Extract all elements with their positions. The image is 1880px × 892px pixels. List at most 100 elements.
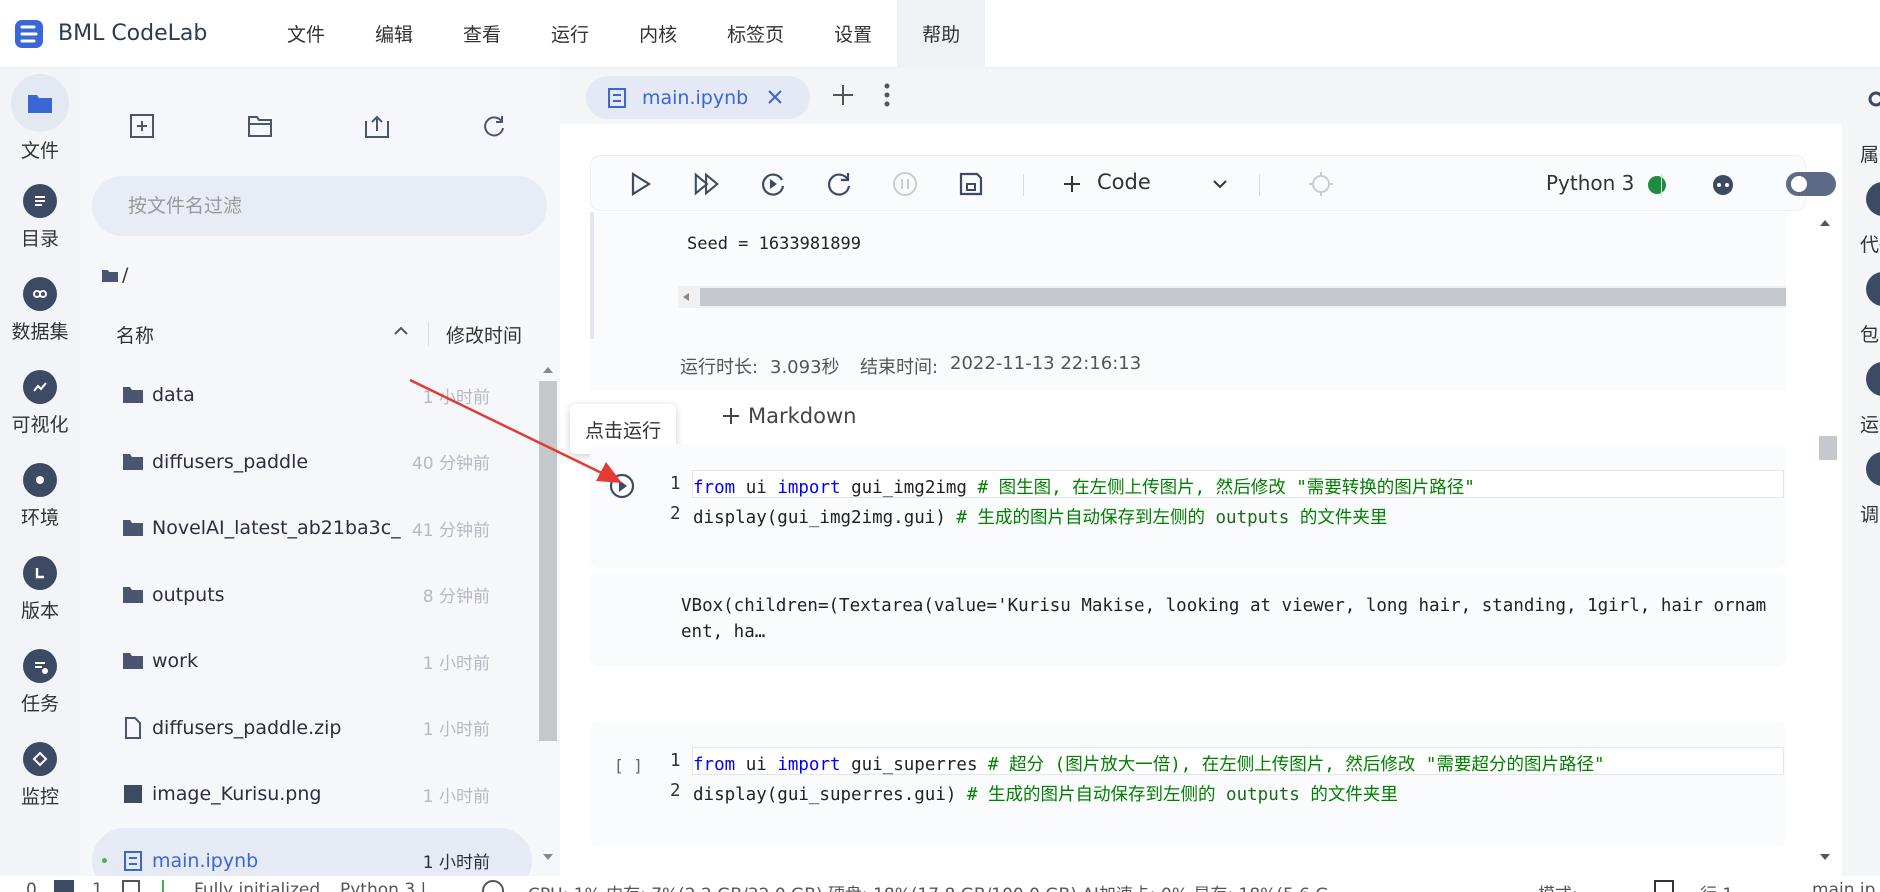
cell2-line2[interactable]: display(gui_superres.gui) # 生成的图片自动保存到左侧… — [693, 781, 1398, 806]
file-row[interactable]: work 1 小时前 — [92, 628, 532, 695]
column-modified[interactable]: 修改时间 — [446, 321, 522, 348]
breadcrumb-path: / — [122, 264, 129, 286]
interrupt-button[interactable] — [891, 170, 919, 198]
play-icon — [631, 172, 652, 196]
debug-target-button[interactable] — [1307, 170, 1335, 198]
activity-toc[interactable]: 目录 — [0, 184, 80, 251]
tab-main-ipynb[interactable]: main.ipynb — [586, 76, 810, 119]
menu-edit[interactable]: 编辑 — [350, 0, 438, 68]
file-list: data 1 小时前 diffusers_paddle 40 分钟前 Novel… — [92, 362, 532, 892]
activity-visualize[interactable]: 可视化 — [0, 370, 80, 437]
menu-help[interactable]: 帮助 — [897, 0, 986, 68]
chevron-up-icon[interactable] — [392, 322, 410, 340]
run-cell-button[interactable] — [627, 170, 655, 198]
kernel-status-indicator — [1648, 176, 1666, 194]
chart-icon — [23, 370, 57, 404]
right-panel-run[interactable]: 运行 — [1860, 410, 1880, 437]
file-browser: / 名称 修改时间 data 1 小时前 diffusers_paddle 40… — [80, 68, 560, 892]
right-panel-properties[interactable]: 属 — [1860, 140, 1879, 167]
activity-tasks[interactable]: 任务 — [0, 649, 80, 716]
file-row[interactable]: NovelAI_latest_ab21ba3c_ 41 分钟前 — [92, 495, 532, 562]
file-row[interactable]: diffusers_paddle 40 分钟前 — [92, 429, 532, 496]
file-list-header: 名称 修改时间 — [80, 308, 540, 360]
new-folder-button[interactable] — [242, 108, 278, 144]
menu-tabs[interactable]: 标签页 — [702, 0, 809, 68]
toolbar-separator — [1661, 174, 1662, 196]
main-menu: 文件 编辑 查看 运行 内核 标签页 设置 帮助 — [262, 0, 986, 68]
scroll-left-icon[interactable] — [682, 292, 690, 302]
activity-files[interactable]: 文件 — [0, 74, 80, 163]
upload-icon — [365, 115, 389, 138]
save-button[interactable] — [957, 170, 985, 198]
restart-kernel-button[interactable] — [825, 170, 853, 198]
new-file-button[interactable] — [124, 108, 160, 144]
scroll-up-icon[interactable] — [1818, 218, 1832, 228]
activity-environment[interactable]: 环境 — [0, 463, 80, 530]
right-panel-packages[interactable]: 包管 — [1860, 320, 1880, 347]
activity-bar: 文件 目录 数据集 可视化 环境 版本 任务 监控 — [0, 68, 80, 876]
notebook-icon — [608, 88, 626, 108]
menu-run[interactable]: 运行 — [526, 0, 614, 68]
plus-icon — [1064, 176, 1080, 192]
restart-run-icon — [762, 173, 785, 196]
run-icon[interactable] — [1866, 362, 1880, 396]
status-bar: 0 1 Fully initialized Python 3 | CPU: 1%… — [0, 876, 1880, 892]
cell-type-select[interactable]: Code — [1061, 156, 1241, 212]
file-row[interactable]: data 1 小时前 — [92, 362, 532, 429]
gear-icon[interactable] — [1866, 88, 1880, 110]
file-row[interactable]: image_Kurisu.png 1 小时前 — [92, 761, 532, 828]
menu-view[interactable]: 查看 — [438, 0, 526, 68]
cell1-line2[interactable]: display(gui_img2img.gui) # 生成的图片自动保存到左侧的… — [693, 504, 1387, 529]
horizontal-scroll-thumb[interactable] — [700, 288, 1786, 306]
package-icon[interactable] — [1866, 272, 1880, 306]
folder-icon — [123, 653, 143, 670]
file-list-scrollbar[interactable] — [539, 381, 557, 741]
cell2-line1[interactable]: from ui import gui_superres # 超分 (图片放大一倍… — [693, 751, 1604, 776]
activity-datasets[interactable]: 数据集 — [0, 277, 80, 344]
task-icon — [23, 649, 57, 683]
run-all-button[interactable] — [693, 170, 721, 198]
gear-icon — [122, 880, 140, 892]
activity-version[interactable]: 版本 — [0, 556, 80, 623]
menu-kernel[interactable]: 内核 — [614, 0, 702, 68]
more-vertical-icon[interactable] — [882, 80, 892, 110]
file-row[interactable]: outputs 8 分钟前 — [92, 562, 532, 629]
menu-settings[interactable]: 设置 — [809, 0, 897, 68]
file-toolbar — [80, 108, 560, 158]
file-icon — [125, 716, 141, 739]
run-cell-icon[interactable] — [608, 472, 636, 500]
notebook-scroll-thumb[interactable] — [1819, 436, 1837, 460]
debug-icon[interactable] — [1866, 452, 1880, 486]
crosshair-icon — [1309, 172, 1333, 196]
right-panel-debug[interactable]: 调 — [1860, 500, 1879, 527]
code-snippet-icon[interactable] — [1866, 182, 1880, 216]
kernel-name[interactable]: Python 3 — [1546, 171, 1634, 195]
shield-icon — [1654, 880, 1674, 892]
cell1-line1[interactable]: from ui import gui_img2img # 图生图, 在左侧上传图… — [693, 474, 1475, 499]
menu-file[interactable]: 文件 — [262, 0, 350, 68]
environment-icon — [23, 463, 57, 497]
file-row[interactable]: diffusers_paddle.zip 1 小时前 — [92, 695, 532, 762]
file-filter-input[interactable] — [92, 176, 547, 236]
brand: BML CodeLab — [0, 17, 262, 51]
scroll-up-icon[interactable] — [541, 365, 555, 375]
close-icon[interactable] — [764, 86, 786, 108]
output-horizontal-scrollbar[interactable] — [678, 286, 1786, 308]
bml-logo-icon — [15, 19, 43, 48]
mode-toggle[interactable] — [1786, 172, 1836, 196]
restart-run-button[interactable] — [759, 170, 787, 198]
scroll-down-icon[interactable] — [1818, 852, 1832, 862]
activity-monitor[interactable]: 监控 — [0, 742, 80, 809]
add-tab-icon[interactable] — [828, 80, 858, 110]
scroll-down-icon[interactable] — [541, 852, 555, 862]
upload-button[interactable] — [359, 108, 395, 144]
terminal-icon — [54, 880, 74, 892]
toolbar-separator — [1259, 174, 1260, 196]
assistant-button[interactable] — [1709, 170, 1737, 198]
column-name[interactable]: 名称 — [116, 321, 154, 348]
right-panel-code[interactable]: 代码 — [1860, 230, 1880, 257]
breadcrumb[interactable]: / — [102, 264, 128, 286]
version-icon — [23, 556, 57, 590]
add-markdown-button[interactable]: Markdown — [720, 404, 856, 428]
refresh-button[interactable] — [476, 108, 512, 144]
